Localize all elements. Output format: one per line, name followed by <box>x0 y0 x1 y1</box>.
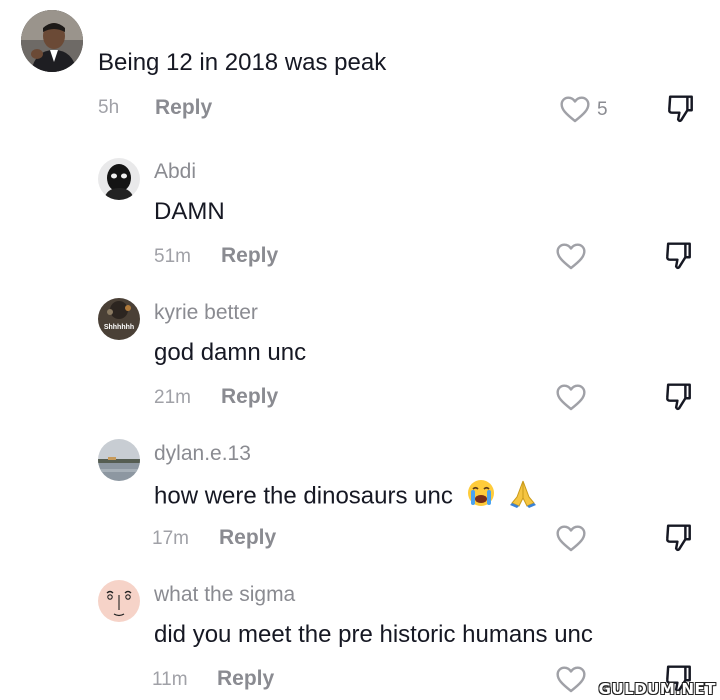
avatar[interactable]: Shhhhhh <box>98 298 140 340</box>
reply-button[interactable]: Reply <box>219 526 276 550</box>
site-watermark: GULDUM.NET <box>598 680 716 698</box>
man-in-suit-avatar-icon <box>21 10 83 72</box>
avatar[interactable] <box>21 10 83 72</box>
like-count: 5 <box>597 99 608 120</box>
heart-icon <box>556 525 586 552</box>
heart-icon <box>556 666 586 693</box>
like-button[interactable] <box>555 523 587 553</box>
like-button[interactable] <box>559 94 591 124</box>
cartoon-face-avatar-icon <box>98 580 140 622</box>
comment-text: how were the dinosaurs unc <box>154 482 453 510</box>
avatar-caption: Shhhhhh <box>104 324 134 331</box>
loudly-crying-face-icon <box>466 478 496 515</box>
shhhhhh-avatar-icon: Shhhhhh <box>98 298 140 340</box>
comment-text: god damn unc <box>154 339 307 366</box>
comment-3: Shhhhhh kyrie better god damn unc 21m Re… <box>0 281 720 421</box>
comment-text: DAMN <box>154 198 225 225</box>
like-button[interactable] <box>555 664 587 694</box>
comment-timestamp: 17m <box>152 528 189 549</box>
heart-icon <box>556 243 586 270</box>
like-button[interactable] <box>555 382 587 412</box>
reply-button[interactable]: Reply <box>217 667 274 691</box>
thumbs-down-icon <box>666 524 691 552</box>
comment-timestamp: 5h <box>98 97 120 118</box>
comment-text-row: how were the dinosaurs unc <box>154 478 538 515</box>
comment-username[interactable]: dylan.e.13 <box>154 442 251 466</box>
comment-2: Abdi DAMN 51m Reply <box>0 140 720 280</box>
dislike-button[interactable] <box>663 522 693 554</box>
comment-username[interactable]: what the sigma <box>154 583 295 607</box>
heart-icon <box>556 384 586 411</box>
comment-timestamp: 11m <box>152 669 188 690</box>
reply-button[interactable]: Reply <box>221 385 278 409</box>
dislike-button[interactable] <box>663 381 693 413</box>
folded-hands-icon <box>508 478 538 515</box>
comment-timestamp: 51m <box>154 246 191 267</box>
comment-text: Being 12 in 2018 was peak <box>98 49 387 76</box>
dislike-button[interactable] <box>663 240 693 272</box>
comment-username[interactable]: Abdi <box>154 160 196 184</box>
avatar[interactable] <box>98 580 140 622</box>
lake-landscape-avatar-icon <box>98 439 140 481</box>
reply-button[interactable]: Reply <box>155 96 212 120</box>
comment-username[interactable]: kyrie better <box>154 301 258 325</box>
heart-icon <box>560 96 590 123</box>
dislike-button[interactable] <box>665 93 695 125</box>
thumbs-down-icon <box>666 383 691 411</box>
like-button[interactable] <box>555 241 587 271</box>
masked-figure-avatar-icon <box>98 158 140 200</box>
comment-timestamp: 21m <box>154 387 191 408</box>
comment-4: dylan.e.13 how were the dinosaurs unc 17… <box>0 422 720 562</box>
avatar[interactable] <box>98 158 140 200</box>
comment-text: did you meet the pre historic humans unc <box>154 621 593 648</box>
comment-1: Being 12 in 2018 was peak 5h Reply 5 <box>0 0 720 140</box>
reply-button[interactable]: Reply <box>221 244 278 268</box>
avatar[interactable] <box>98 439 140 481</box>
thumbs-down-icon <box>668 95 693 123</box>
thumbs-down-icon <box>666 242 691 270</box>
